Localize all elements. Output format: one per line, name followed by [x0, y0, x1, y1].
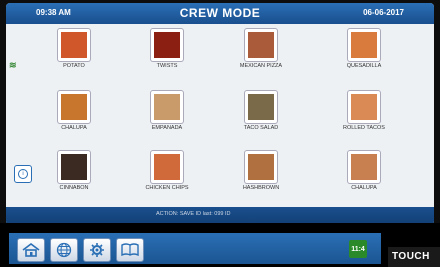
menu-item-empanada[interactable]: EMPANADA — [137, 91, 197, 132]
rolled-tacos-thumb — [348, 91, 380, 123]
potato-thumb — [58, 29, 90, 61]
menu-item-rolled-tacos[interactable]: ROLLED TACOS — [334, 91, 394, 132]
menu-item-label: HASHBROWN — [242, 185, 280, 191]
twists-thumb — [151, 29, 183, 61]
menu-item-potato[interactable]: POTATO — [44, 29, 104, 70]
status-text: ACTION: SAVE ID last: 099 ID — [156, 211, 231, 217]
counter-badge: 11:4 — [349, 240, 367, 258]
menu-item-hashbrown[interactable]: HASHBROWN — [231, 151, 291, 192]
menu-item-label: TACO SALAD — [243, 125, 279, 131]
menu-item-label: EMPANADA — [151, 125, 183, 131]
chicken-chips-thumb — [151, 151, 183, 183]
info-button[interactable]: i — [14, 165, 32, 183]
top-bar: 09:38 AM CREW MODE 06-06-2017 — [6, 3, 434, 24]
menu-grid: POTATO TWISTS MEXICAN PIZZA QUESADILLA C… — [6, 25, 434, 203]
taco-salad-thumb — [245, 91, 277, 123]
menu-item-chalupa-2[interactable]: CHALUPA — [334, 151, 394, 192]
device-frame: 09:38 AM CREW MODE 06-06-2017 ≋ POTATO T… — [0, 0, 440, 267]
menu-item-twists[interactable]: TWISTS — [137, 29, 197, 70]
globe-icon — [56, 242, 72, 258]
menu-item-label: TWISTS — [156, 63, 178, 69]
menu-item-label: QUESADILLA — [346, 63, 382, 69]
cinnabon-thumb — [58, 151, 90, 183]
book-icon — [121, 243, 139, 257]
nav-bar: 11:4 — [6, 230, 384, 267]
hashbrown-thumb — [245, 151, 277, 183]
chalupa-2-thumb — [348, 151, 380, 183]
settings-icon — [90, 243, 104, 257]
info-icon: i — [18, 169, 28, 179]
menu-item-chalupa[interactable]: CHALUPA — [44, 91, 104, 132]
menu-item-cinnabon[interactable]: CINNABON — [44, 151, 104, 192]
date-display: 06-06-2017 — [363, 8, 404, 17]
home-icon — [22, 243, 40, 257]
home-button[interactable] — [17, 238, 45, 262]
touch-label: TOUCH — [392, 251, 430, 262]
menu-item-quesadilla[interactable]: QUESADILLA — [334, 29, 394, 70]
quesadilla-thumb — [348, 29, 380, 61]
menu-item-label: MEXICAN PIZZA — [239, 63, 283, 69]
book-button[interactable] — [116, 238, 144, 262]
settings-button[interactable] — [83, 238, 111, 262]
menu-item-mexican-pizza[interactable]: MEXICAN PIZZA — [231, 29, 291, 70]
globe-button[interactable] — [50, 238, 78, 262]
menu-item-label: CINNABON — [59, 185, 89, 191]
menu-item-label: POTATO — [63, 63, 85, 69]
menu-item-label: CHALUPA — [61, 125, 87, 131]
empanada-thumb — [151, 91, 183, 123]
menu-item-label: CHALUPA — [351, 185, 377, 191]
chalupa-thumb — [58, 91, 90, 123]
screen: 09:38 AM CREW MODE 06-06-2017 ≋ POTATO T… — [6, 3, 434, 225]
menu-item-chicken-chips[interactable]: CHICKEN CHIPS — [137, 151, 197, 192]
menu-item-label: ROLLED TACOS — [343, 125, 385, 131]
mexican-pizza-thumb — [245, 29, 277, 61]
menu-item-taco-salad[interactable]: TACO SALAD — [231, 91, 291, 132]
menu-item-label: CHICKEN CHIPS — [145, 185, 189, 191]
